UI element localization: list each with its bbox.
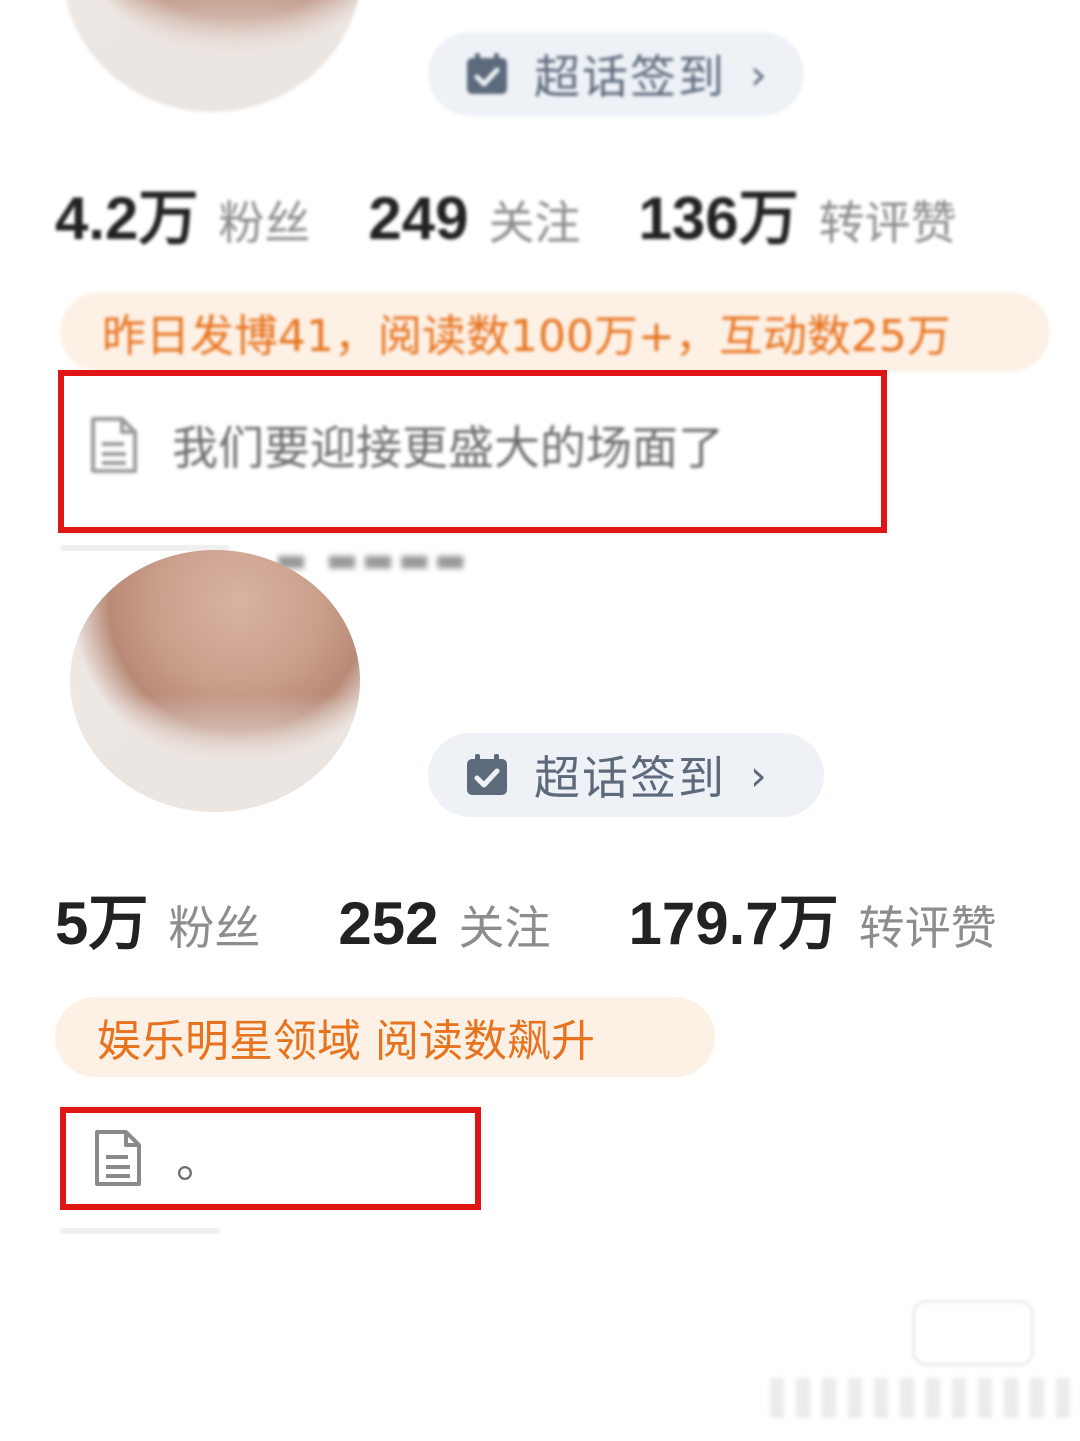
avatar[interactable] (70, 550, 360, 812)
stats-row: 5万 粉丝 252 关注 179.7万 转评赞 (55, 875, 1055, 962)
stat-following[interactable]: 252 关注 (338, 889, 550, 958)
supertopic-checkin-button[interactable]: 超话签到 › (428, 32, 804, 116)
checkin-label: 超话签到 (534, 751, 726, 805)
profile-card-2: 超话签到 › 5万 粉丝 252 关注 179.7万 转评赞 娱乐明星领域 阅读… (0, 550, 1080, 1300)
avatar[interactable] (62, 0, 362, 112)
activity-highlight: 昨日发博41，阅读数100万+，互动数25万 (60, 292, 1050, 372)
stat-label: 粉丝 (218, 196, 311, 250)
stat-label: 关注 (458, 901, 551, 955)
stat-value: 249 (368, 185, 469, 252)
stat-value: 5万 (55, 890, 149, 957)
stat-followers[interactable]: 4.2万 粉丝 (55, 170, 310, 257)
chevron-right-icon: › (750, 49, 767, 99)
stat-engagement[interactable]: 136万 转评赞 (639, 170, 957, 257)
stat-value: 252 (338, 890, 439, 957)
stat-value: 4.2万 (55, 185, 199, 252)
watermark-logo (912, 1300, 1034, 1366)
calendar-check-icon (467, 754, 507, 795)
chevron-right-icon: › (750, 750, 767, 800)
stat-engagement[interactable]: 179.7万 转评赞 (628, 875, 996, 962)
activity-highlight: 娱乐明星领域 阅读数飙升 (55, 997, 715, 1077)
highlight-text: 娱乐明星领域 阅读数飙升 (97, 1016, 595, 1067)
annotation-highlight-box (58, 370, 887, 533)
obscured-text: ▬ ▬▬▬▬ (275, 540, 471, 580)
stat-label: 转评赞 (858, 901, 997, 955)
stat-label: 关注 (488, 196, 581, 250)
stat-label: 粉丝 (168, 901, 261, 955)
stat-followers[interactable]: 5万 粉丝 (55, 875, 260, 962)
divider (60, 1228, 220, 1234)
stat-value: 179.7万 (628, 890, 839, 957)
stat-following[interactable]: 249 关注 (368, 184, 580, 253)
checkin-label: 超话签到 (534, 50, 726, 104)
annotation-highlight-box (60, 1107, 481, 1210)
stat-label: 转评赞 (818, 196, 957, 250)
highlight-text: 昨日发博41，阅读数100万+，互动数25万 (102, 311, 951, 362)
watermark-text (770, 1378, 1070, 1418)
stat-value: 136万 (638, 185, 799, 252)
supertopic-checkin-button[interactable]: 超话签到 › (428, 733, 824, 817)
stats-row: 4.2万 粉丝 249 关注 136万 转评赞 (55, 170, 1015, 257)
calendar-check-icon (467, 53, 507, 94)
